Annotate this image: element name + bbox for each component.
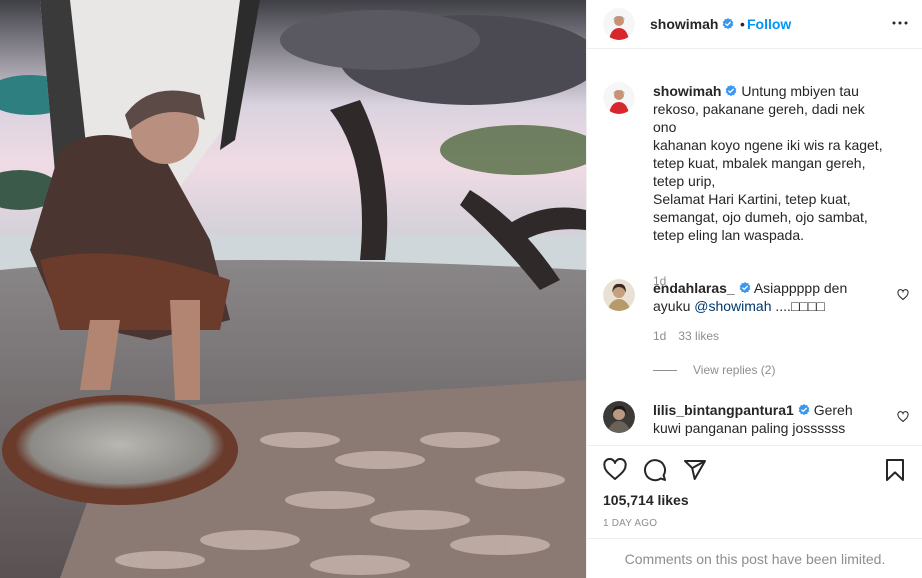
caption-line: Untung mbiyen tau xyxy=(741,83,859,99)
caption-line: rekoso, pakanane gereh, dadi nek ono xyxy=(653,101,865,135)
comment-like-heart-icon[interactable] xyxy=(897,289,909,301)
separator-dot: • xyxy=(740,16,745,32)
comment-text: endahlaras_ Asiappppp den ayuku @showima… xyxy=(653,279,885,315)
comment-like-heart-icon[interactable] xyxy=(897,411,909,423)
comment-line: Gereh xyxy=(813,402,853,418)
view-replies-button[interactable]: View replies (2) xyxy=(653,363,775,377)
author-username[interactable]: showimah xyxy=(650,16,734,32)
caption-line: tetep urip, xyxy=(653,173,716,189)
more-options-icon[interactable] xyxy=(891,14,909,32)
caption-line: kahanan koyo ngene iki wis ra kaget, xyxy=(653,137,883,153)
post-actions: 105,714 likes 1 DAY AGO Comments on this… xyxy=(587,445,922,578)
comment-meta: 1d 33 likes xyxy=(653,329,731,343)
caption-line: tetep kuat, mbalek mangan gereh, xyxy=(653,155,866,171)
heart-icon[interactable] xyxy=(603,458,627,482)
post-image xyxy=(0,0,586,578)
comment-text: lilis_bintangpantura1 Gereh kuwi pangana… xyxy=(653,401,885,437)
comment-likes[interactable]: 33 likes xyxy=(678,329,719,343)
comments-limited-notice: Comments on this post have been limited. xyxy=(587,538,922,578)
like-count[interactable]: 105,714 likes xyxy=(603,492,689,508)
caption-avatar[interactable] xyxy=(603,82,635,114)
commenter-avatar[interactable] xyxy=(603,279,635,311)
caption-text: showimah Untung mbiyen tau rekoso, pakan… xyxy=(653,82,885,244)
comment-username[interactable]: lilis_bintangpantura1 xyxy=(653,402,794,418)
comment-line: ayuku @showimah ....□□□□ xyxy=(653,297,885,315)
verified-badge-icon xyxy=(723,18,734,30)
follow-button[interactable]: Follow xyxy=(747,16,791,32)
comment-line-prefix: ayuku xyxy=(653,298,695,314)
caption: showimah Untung mbiyen tau rekoso, pakan… xyxy=(603,82,909,288)
author-avatar[interactable] xyxy=(603,8,635,40)
post-timestamp[interactable]: 1 DAY AGO xyxy=(603,518,657,529)
comments-list[interactable]: showimah Untung mbiyen tau rekoso, pakan… xyxy=(587,50,922,445)
comment-item: endahlaras_ Asiappppp den ayuku @showima… xyxy=(603,279,909,389)
share-icon[interactable] xyxy=(683,458,707,482)
comment-icon[interactable] xyxy=(643,458,667,482)
author-username-text[interactable]: showimah xyxy=(650,16,718,32)
verified-badge-icon xyxy=(739,282,751,294)
commenter-avatar[interactable] xyxy=(603,401,635,433)
caption-line: semangat, ojo dumeh, ojo sambat, xyxy=(653,209,868,225)
view-replies-label[interactable]: View replies (2) xyxy=(693,363,775,377)
replies-line xyxy=(653,370,677,372)
comment-username[interactable]: endahlaras_ xyxy=(653,280,735,296)
comment-time[interactable]: 1d xyxy=(653,329,666,343)
comment-item: lilis_bintangpantura1 Gereh kuwi pangana… xyxy=(603,401,909,445)
caption-line: Selamat Hari Kartini, tetep kuat, xyxy=(653,191,851,207)
caption-line: tetep eling lan waspada. xyxy=(653,227,804,243)
verified-badge-icon xyxy=(726,85,737,97)
comment-line: Asiappppp den xyxy=(753,280,848,296)
caption-username[interactable]: showimah xyxy=(653,83,721,99)
bookmark-icon[interactable] xyxy=(883,458,907,482)
verified-badge-icon xyxy=(798,404,810,416)
post-side-panel: showimah • Follow showimah Untung mbiyen… xyxy=(586,0,922,578)
mention-link[interactable]: @showimah xyxy=(694,298,771,314)
comment-line-suffix: ....□□□□ xyxy=(771,298,825,314)
comment-line: kuwi panganan paling jossssss xyxy=(653,420,846,436)
post-photo[interactable] xyxy=(0,0,586,578)
post-header: showimah • Follow xyxy=(587,0,922,49)
